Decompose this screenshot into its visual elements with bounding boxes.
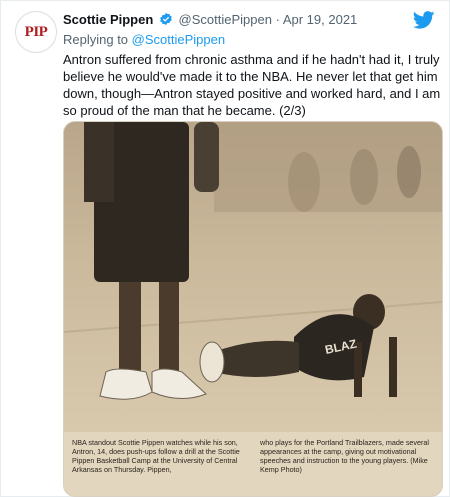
author-handle[interactable]: @ScottiePippen — [179, 12, 272, 27]
caption-column-2: who plays for the Portland Trailblazers,… — [260, 438, 429, 474]
verified-badge-icon — [160, 12, 172, 26]
separator-dot: · — [275, 12, 280, 27]
avatar[interactable]: PIP — [15, 11, 57, 53]
tweet-card[interactable]: PIP Scottie Pippen @ScottiePippen · Apr … — [0, 0, 450, 497]
author-name[interactable]: Scottie Pippen — [63, 12, 153, 27]
caption-column-1: NBA standout Scottie Pippen watches whil… — [72, 438, 240, 474]
tweet-header: Scottie Pippen @ScottiePippen · Apr 19, … — [63, 11, 357, 29]
twitter-bird-icon[interactable] — [413, 11, 435, 29]
photo-scene: BLAZ — [64, 122, 442, 432]
avatar-logo-text: PIP — [24, 23, 48, 40]
tweet-text: Antron suffered from chronic asthma and … — [63, 52, 441, 118]
reply-handle-link[interactable]: @ScottiePippen — [132, 32, 225, 47]
reply-context: Replying to @ScottiePippen — [63, 31, 225, 49]
tweet-date[interactable]: Apr 19, 2021 — [283, 12, 357, 27]
newspaper-caption: NBA standout Scottie Pippen watches whil… — [64, 432, 442, 496]
reply-prefix: Replying to — [63, 32, 129, 47]
tweet-photo[interactable]: BLAZ NBA standout Scottie Pippen watches… — [63, 121, 443, 497]
